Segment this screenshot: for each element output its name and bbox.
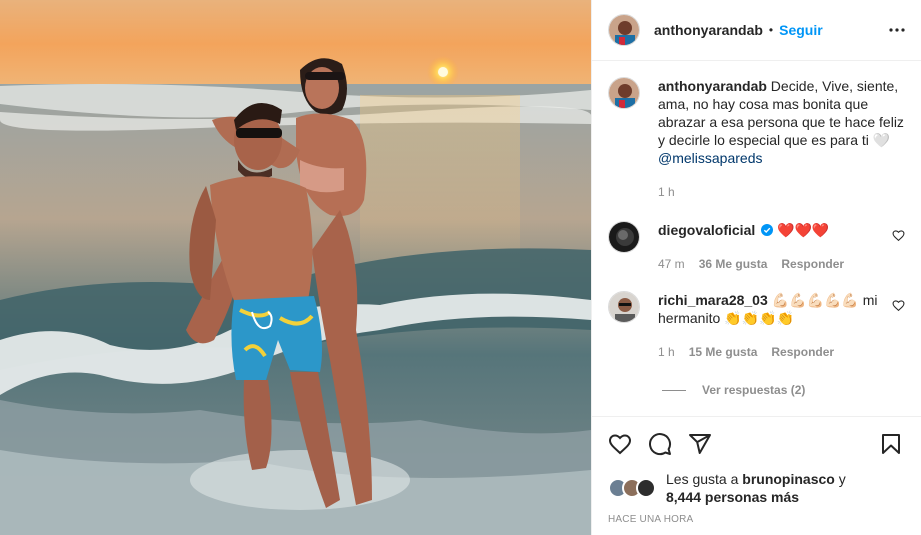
liker-avatar (636, 478, 656, 498)
replies-divider (662, 389, 686, 391)
caption-body: anthonyarandab Decide, Vive, siente, ama… (658, 77, 905, 201)
comment-text: ❤️❤️❤️ (777, 222, 830, 238)
comment-time[interactable]: 47 m (658, 255, 685, 273)
comment-body: richi_mara28_03 💪🏻💪🏻💪🏻💪🏻💪🏻 mi hermanito … (658, 291, 905, 361)
comments-section: anthonyarandab Decide, Vive, siente, ama… (592, 61, 921, 416)
post-header: anthonyarandab • Seguir (592, 0, 921, 61)
post-time[interactable]: HACE UNA HORA (592, 506, 921, 535)
likes-summary: Les gusta a brunopinasco y 8,444 persona… (592, 470, 921, 506)
author-username[interactable]: anthonyarandab (654, 22, 763, 38)
view-replies-label: Ver respuestas (2) (702, 383, 806, 397)
reply-button[interactable]: Responder (771, 343, 834, 361)
comment-username[interactable]: richi_mara28_03 (658, 292, 768, 308)
commenter-avatar[interactable] (608, 221, 640, 253)
likes-count[interactable]: 8,444 personas más (666, 489, 799, 505)
view-replies-button[interactable]: Ver respuestas (2) (662, 383, 905, 397)
instagram-post: anthonyarandab • Seguir anthonyarandab D… (0, 0, 921, 535)
comment-likes[interactable]: 15 Me gusta (689, 343, 758, 361)
heart-icon[interactable] (608, 432, 632, 456)
liker-avatars[interactable] (608, 478, 660, 498)
heart-icon[interactable] (892, 229, 905, 242)
verified-icon (761, 224, 774, 236)
comment-time[interactable]: 1 h (658, 343, 675, 361)
post-sidebar: anthonyarandab • Seguir anthonyarandab D… (591, 0, 921, 535)
separator-dot: • (768, 23, 774, 37)
liker-username[interactable]: brunopinasco (742, 471, 835, 487)
save-icon[interactable] (879, 432, 903, 456)
follow-button[interactable]: Seguir (779, 22, 823, 38)
caption-meta: 1 h (658, 183, 905, 201)
caption-author[interactable]: anthonyarandab (658, 78, 767, 94)
comment-meta: 47 m 36 Me gusta Responder (658, 255, 905, 273)
comment-icon[interactable] (648, 432, 672, 456)
author-avatar[interactable] (608, 14, 640, 46)
beach-sunset-photo (0, 0, 591, 535)
reply-button[interactable]: Responder (781, 255, 844, 273)
comment-username[interactable]: diegovaloficial (658, 222, 755, 238)
comment-body: diegovaloficial ❤️❤️❤️ 47 m 36 Me gusta … (658, 221, 905, 273)
heart-icon[interactable] (892, 299, 905, 312)
author-avatar[interactable] (608, 77, 640, 109)
comment-meta: 1 h 15 Me gusta Responder (658, 343, 905, 361)
commenter-avatar[interactable] (608, 291, 640, 323)
caption-mention[interactable]: @melissapareds (658, 150, 762, 166)
comment-likes[interactable]: 36 Me gusta (699, 255, 768, 273)
comment: richi_mara28_03 💪🏻💪🏻💪🏻💪🏻💪🏻 mi hermanito … (608, 291, 905, 361)
comment: diegovaloficial ❤️❤️❤️ 47 m 36 Me gusta … (608, 221, 905, 273)
post-photo[interactable] (0, 0, 591, 535)
caption-time[interactable]: 1 h (658, 183, 675, 201)
caption: anthonyarandab Decide, Vive, siente, ama… (608, 77, 905, 201)
more-icon[interactable] (885, 18, 909, 42)
share-icon[interactable] (688, 432, 712, 456)
likes-text: Les gusta a brunopinasco y 8,444 persona… (666, 471, 846, 505)
action-bar (592, 416, 921, 470)
